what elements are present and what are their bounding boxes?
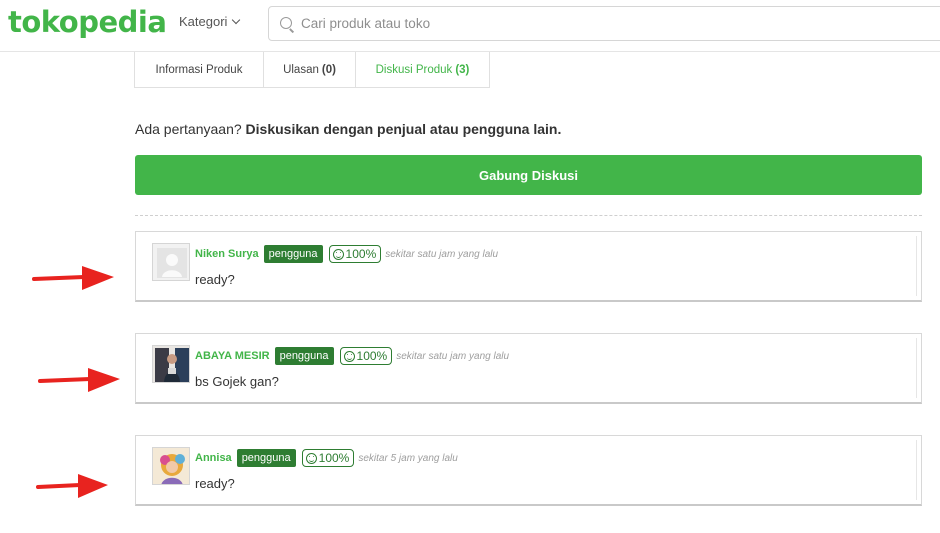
reputation-value: 100% [345,247,377,261]
chevron-down-icon [232,15,241,24]
smile-icon [305,452,317,464]
reputation-value: 100% [356,349,388,363]
user-photo-icon [153,346,189,382]
search-input[interactable] [301,8,901,39]
red-arrow-icon [32,266,114,290]
comment-meta: Niken Surya pengguna 100% sekitar satu j… [195,245,498,263]
tab-label: Ulasan [283,63,319,76]
page: tokopedia Kategori Informasi Produk Ulas… [0,0,940,533]
kategori-label: Kategori [179,14,228,29]
kategori-dropdown[interactable]: Kategori [179,14,241,29]
comment-meta: ABAYA MESIR pengguna 100% sekitar satu j… [195,347,509,365]
username-link[interactable]: Annisa [195,452,232,464]
comment-message: ready? [195,272,235,287]
user-photo-icon [153,448,189,484]
intro-question: Ada pertanyaan? [135,121,242,137]
red-arrow-icon [36,474,108,498]
avatar[interactable] [152,345,190,383]
discussion-item: ABAYA MESIR pengguna 100% sekitar satu j… [135,333,922,404]
tab-ulasan[interactable]: Ulasan (0) [264,52,356,88]
timestamp: sekitar satu jam yang lalu [396,350,510,362]
username-link[interactable]: Niken Surya [195,248,259,260]
tab-count: (3) [455,63,470,76]
comment-message: ready? [195,476,235,491]
comment-message: bs Gojek gan? [195,374,279,389]
tab-diskusi-produk[interactable]: Diskusi Produk (3) [356,52,490,88]
search-icon [269,7,301,40]
reputation-value: 100% [318,451,350,465]
avatar[interactable] [152,447,190,485]
role-badge: pengguna [274,347,334,365]
red-arrow-icon [38,368,120,392]
timestamp: sekitar satu jam yang lalu [385,248,499,260]
avatar[interactable] [152,243,190,281]
discussion-item: Niken Surya pengguna 100% sekitar satu j… [135,231,922,302]
default-avatar-icon [153,244,189,280]
smile-icon [343,350,355,362]
discussion-item: Annisa pengguna 100% sekitar 5 jam yang … [135,435,922,506]
top-header: tokopedia Kategori [0,0,940,52]
reputation-badge[interactable]: 100% [328,245,382,263]
tokopedia-logo[interactable]: tokopedia [8,2,167,42]
username-link[interactable]: ABAYA MESIR [195,350,270,362]
comment-meta: Annisa pengguna 100% sekitar 5 jam yang … [195,449,458,467]
intro-prompt: Diskusikan dengan penjual atau pengguna … [245,121,562,137]
tab-count: (0) [321,63,336,76]
reputation-badge[interactable]: 100% [301,449,355,467]
dashed-divider [135,215,922,216]
tab-informasi-produk[interactable]: Informasi Produk [134,52,264,88]
reputation-badge[interactable]: 100% [339,347,393,365]
tab-label: Informasi Produk [155,63,243,76]
tab-label: Diskusi Produk [375,63,453,76]
role-badge: pengguna [236,449,296,467]
join-discussion-button[interactable]: Gabung Diskusi [135,155,922,195]
search-bar[interactable] [268,6,940,41]
smile-icon [332,248,344,260]
product-tabs: Informasi Produk Ulasan (0) Diskusi Prod… [134,52,490,88]
discussion-intro: Ada pertanyaan? Diskusikan dengan penjua… [135,121,561,137]
role-badge: pengguna [263,245,323,263]
timestamp: sekitar 5 jam yang lalu [358,452,458,464]
